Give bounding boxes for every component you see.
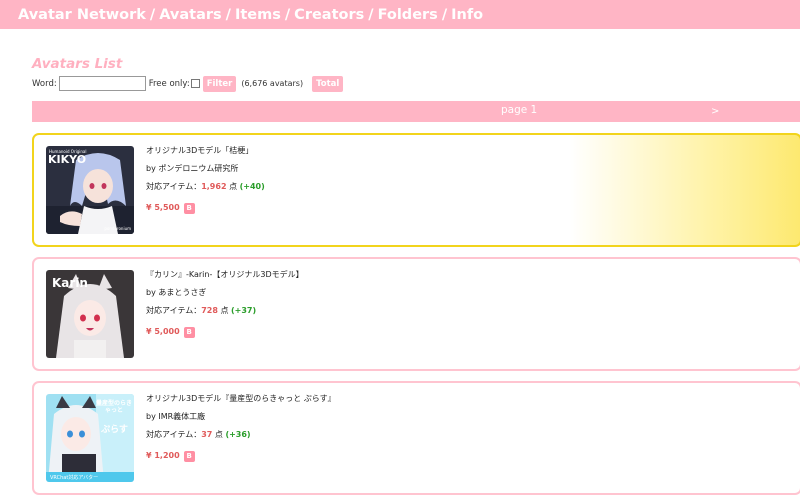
nav-separator: / xyxy=(441,6,448,23)
supported-items-unit: 点 xyxy=(214,430,223,439)
nav-separator: / xyxy=(149,6,156,23)
avatar-price: ¥ 5,500 B xyxy=(146,199,265,217)
avatar-creator-link[interactable]: by ポンデロニウム研究所 xyxy=(146,163,265,181)
supported-items-unit: 点 xyxy=(220,306,229,315)
word-search-input[interactable] xyxy=(58,76,146,91)
avatar-card[interactable]: 量産型のらきゃっと ぷらす VRChat対応アバター オリジナル3Dモデル『量産… xyxy=(32,381,800,495)
breadcrumb-nav: Avatar Network / Avatars / Items / Creators / Fo… xyxy=(18,7,483,23)
filter-button[interactable]: Filter xyxy=(202,75,237,92)
nav-separator: / xyxy=(284,6,291,23)
supported-items-delta: (+40) xyxy=(239,182,265,191)
free-only-label: Free only: xyxy=(148,78,190,89)
nav-separator: / xyxy=(368,6,374,23)
thumbnail-sub-text: 量産型のらきゃっと xyxy=(96,400,133,414)
price-value: ¥ 5,500 xyxy=(146,203,180,212)
total-button[interactable]: Total xyxy=(312,75,344,92)
nav-link-folders[interactable]: Folders xyxy=(378,7,438,23)
avatar-price: ¥ 1,200 B xyxy=(146,447,336,465)
nav-link-info[interactable]: Info xyxy=(451,7,483,23)
supported-items: 対応アイテム：1,962 点 (+40) xyxy=(146,181,265,199)
supported-items: 対応アイテム：728 点 (+37) xyxy=(146,305,304,323)
next-page-link[interactable]: > xyxy=(711,106,719,117)
avatar-title-link[interactable]: 『カリン』-Karin-【オリジナル3Dモデル】 xyxy=(146,269,304,287)
nav-separator: / xyxy=(225,6,231,23)
top-navigation-bar: Avatar Network / Avatars / Items / Creators / Fo… xyxy=(0,0,800,29)
avatar-creator-link[interactable]: by IMR義体工廠 xyxy=(146,411,336,429)
thumbnail-caption: ponderonium xyxy=(104,226,131,231)
avatar-info: オリジナル3Dモデル「桔梗」 by ポンデロニウム研究所 対応アイテム：1,96… xyxy=(146,145,265,217)
avatar-info: オリジナル3Dモデル『量産型のらきゃっと ぷらす』 by IMR義体工廠 対応ア… xyxy=(146,393,336,465)
avatar-thumbnail[interactable]: Humanoid Original KIKYO ponderonium xyxy=(46,146,134,234)
booth-link-icon[interactable]: B xyxy=(183,326,195,338)
free-only-checkbox[interactable] xyxy=(190,79,200,88)
supported-items-label: 対応アイテム： xyxy=(146,306,202,315)
avatar-count: (6,676 avatars) xyxy=(241,79,304,88)
thumbnail-caption: VRChat対応アバター xyxy=(50,475,99,481)
pagination-bar: page 1 > xyxy=(32,101,800,122)
word-label: Word: xyxy=(32,78,57,89)
search-filter-row: Word: Free only: Filter (6,676 avatars) … xyxy=(32,75,344,92)
avatar-thumbnail[interactable]: Karin xyxy=(46,270,134,358)
thumbnail-logo-text: Karin xyxy=(52,276,88,290)
supported-items-label: 対応アイテム： xyxy=(146,430,202,439)
avatar-title-link[interactable]: オリジナル3Dモデル「桔梗」 xyxy=(146,145,265,163)
page-title: Avatars List xyxy=(32,56,123,72)
avatar-creator-link[interactable]: by あまとうさぎ xyxy=(146,287,304,305)
nav-link-avatars[interactable]: Avatars xyxy=(159,7,221,23)
supported-items-delta: (+37) xyxy=(231,306,257,315)
nav-link-avatar-network[interactable]: Avatar Network xyxy=(18,7,146,23)
avatar-thumbnail[interactable]: 量産型のらきゃっと ぷらす VRChat対応アバター xyxy=(46,394,134,482)
current-page-label: page 1 xyxy=(501,104,538,116)
avatar-card[interactable]: Humanoid Original KIKYO ponderonium オリジナ… xyxy=(32,133,800,247)
avatar-info: 『カリン』-Karin-【オリジナル3Dモデル】 by あまとうさぎ 対応アイテ… xyxy=(146,269,304,341)
supported-items-unit: 点 xyxy=(229,182,238,191)
avatar-title-link[interactable]: オリジナル3Dモデル『量産型のらきゃっと ぷらす』 xyxy=(146,393,336,411)
booth-link-icon[interactable]: B xyxy=(183,202,195,214)
supported-items-count: 728 xyxy=(201,306,218,315)
supported-items-count: 37 xyxy=(201,430,213,439)
booth-link-icon[interactable]: B xyxy=(183,450,195,462)
nav-link-items[interactable]: Items xyxy=(235,7,281,23)
price-value: ¥ 1,200 xyxy=(146,451,180,460)
price-value: ¥ 5,000 xyxy=(146,327,180,336)
thumbnail-logo-text: ぷらす xyxy=(101,425,128,435)
supported-items: 対応アイテム：37 点 (+36) xyxy=(146,429,336,447)
supported-items-label: 対応アイテム： xyxy=(146,182,202,191)
supported-items-count: 1,962 xyxy=(201,182,227,191)
avatar-price: ¥ 5,000 B xyxy=(146,323,304,341)
nav-link-creators[interactable]: Creators xyxy=(294,7,364,23)
avatar-card[interactable]: Karin 『カリン』-Karin-【オリジナル3Dモデル】 by あまとうさぎ… xyxy=(32,257,800,371)
supported-items-delta: (+36) xyxy=(225,430,251,439)
thumbnail-logo-text: KIKYO xyxy=(48,153,87,166)
